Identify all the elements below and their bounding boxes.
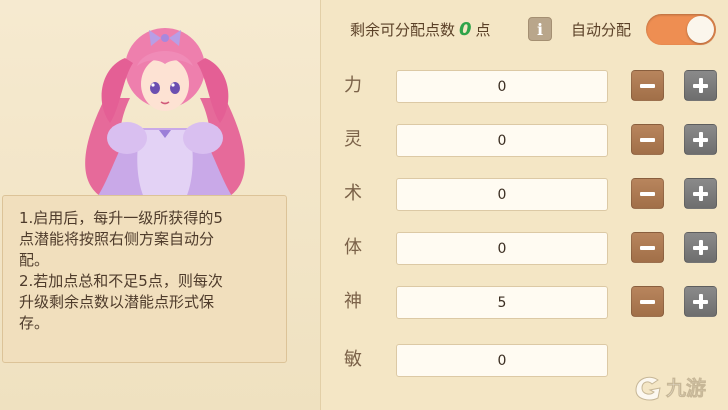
- decrease-button[interactable]: [631, 232, 664, 263]
- decrease-button[interactable]: [631, 70, 664, 101]
- minus-icon: [640, 192, 655, 196]
- minus-icon: [640, 246, 655, 250]
- minus-icon: [640, 138, 655, 142]
- description-line: 升级剩余点数以潜能点形式保: [19, 293, 215, 311]
- remaining-points-label: 剩余可分配点数: [350, 21, 456, 39]
- auto-assign-toggle[interactable]: [646, 14, 716, 45]
- jiuyou-watermark-logo: 九游: [635, 376, 706, 401]
- increase-button[interactable]: [684, 70, 717, 101]
- increase-button[interactable]: [684, 178, 717, 209]
- stat-row-magic: 术 0: [320, 175, 728, 215]
- stat-row-spirit: 灵 0: [320, 121, 728, 161]
- decrease-button[interactable]: [631, 178, 664, 209]
- minus-icon: [640, 300, 655, 304]
- increase-button[interactable]: [684, 232, 717, 263]
- stat-row-soul: 神 5: [320, 283, 728, 323]
- stat-label: 敏: [344, 349, 362, 370]
- attribute-allocation-screen: 1.启用后，每升一级所获得的5 点潜能将按照右侧方案自动分 配。 2.若加点总和…: [0, 0, 728, 410]
- watermark-text: 九游: [665, 376, 706, 400]
- info-icon[interactable]: i: [528, 17, 552, 41]
- description-line: 点潜能将按照右侧方案自动分: [19, 230, 215, 248]
- stat-value-field[interactable]: 5: [396, 286, 608, 319]
- description-line: 配。: [19, 251, 50, 269]
- description-line: 2.若加点总和不足5点，则每次: [19, 272, 223, 290]
- stat-label: 灵: [344, 129, 362, 150]
- stat-value-field[interactable]: 0: [396, 232, 608, 265]
- stat-row-constitution: 体 0: [320, 229, 728, 269]
- remaining-points-value: 0: [459, 19, 472, 40]
- description-line: 1.启用后，每升一级所获得的5: [19, 209, 223, 227]
- remaining-points-unit: 点: [475, 21, 491, 39]
- character-panel: 1.启用后，每升一级所获得的5 点潜能将按照右侧方案自动分 配。 2.若加点总和…: [0, 0, 321, 410]
- remaining-points: 剩余可分配点数 0 点: [350, 18, 491, 42]
- auto-assign-description: 1.启用后，每升一级所获得的5 点潜能将按照右侧方案自动分 配。 2.若加点总和…: [2, 195, 287, 363]
- stat-value-field[interactable]: 0: [396, 344, 608, 377]
- increase-button[interactable]: [684, 124, 717, 155]
- stat-value-field[interactable]: 0: [396, 178, 608, 211]
- stat-label: 力: [344, 75, 362, 96]
- stat-value-field[interactable]: 0: [396, 124, 608, 157]
- stat-value-field[interactable]: 0: [396, 70, 608, 103]
- auto-assign-label: 自动分配: [571, 21, 632, 39]
- decrease-button[interactable]: [631, 124, 664, 155]
- stat-label: 体: [344, 237, 362, 258]
- increase-button[interactable]: [684, 286, 717, 317]
- stat-label: 术: [344, 183, 362, 204]
- decrease-button[interactable]: [631, 286, 664, 317]
- stat-row-strength: 力 0: [320, 67, 728, 107]
- character-portrait: [85, 28, 245, 200]
- stat-label: 神: [344, 291, 362, 312]
- toggle-knob: [687, 16, 714, 43]
- description-line: 存。: [19, 314, 50, 332]
- minus-icon: [640, 84, 655, 88]
